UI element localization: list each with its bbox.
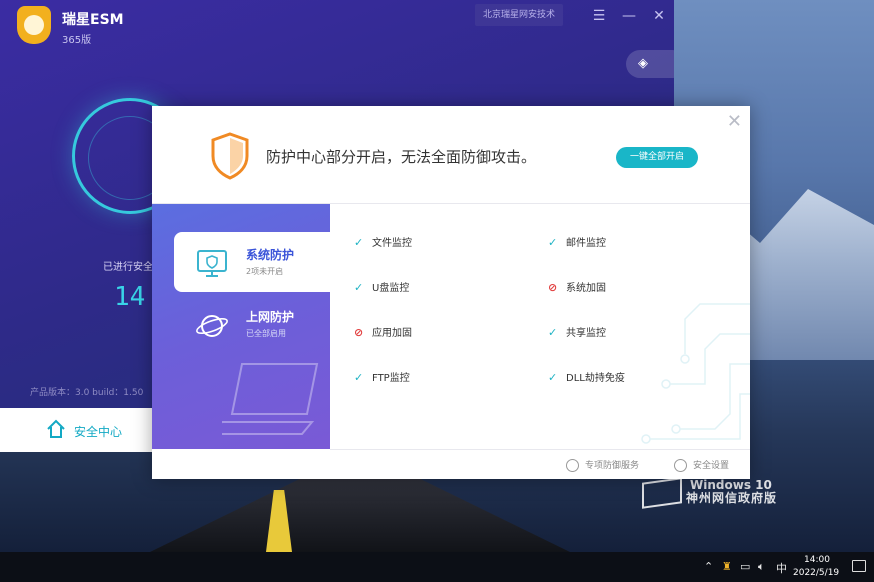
app-edition: 365版: [62, 35, 92, 46]
app-title: 瑞星ESM: [62, 12, 124, 28]
taskbar: ⌃ ♜ ▭ 🔈︎ 中 14:00 2022/5/19: [0, 552, 874, 582]
item-system-hardening: ⊘ 系统加固: [548, 279, 606, 294]
item-dll-immunity: ✓ DLL劫持免疫: [548, 369, 625, 384]
shield-icon: [211, 132, 249, 180]
globe-icon: [196, 315, 228, 337]
settings-label: 安全设置: [693, 461, 730, 471]
item-label: 系统加固: [566, 283, 606, 294]
network-icon[interactable]: ▭: [740, 560, 750, 573]
protection-items-grid: ✓ 文件监控 ✓ 邮件监控 ✓ U盘监控 ⊘ 系统加固 ⊘ 应用加固 ✓ 共享监控 ✓ FTP…: [330, 204, 750, 449]
clock-date[interactable]: 2022/5/19: [793, 568, 839, 578]
protection-dialog: ✕ 防护中心部分开启，无法全面防御攻击。 一键全部开启 系统防护 2项未开启 上…: [152, 106, 750, 479]
footer-divider: [330, 449, 750, 450]
tab-system-title: 系统防护: [246, 248, 295, 262]
dialog-message: 防护中心部分开启，无法全面防御攻击。: [266, 148, 537, 166]
tab-system-protection[interactable]: 系统防护 2项未开启: [174, 232, 330, 292]
check-icon: ✓: [548, 371, 558, 384]
tab-web-title: 上网防护: [246, 310, 295, 324]
item-label: 应用加固: [372, 328, 412, 339]
security-settings-link[interactable]: 安全设置: [674, 458, 729, 472]
version-info: 产品版本：3.0 build：1.50: [30, 388, 144, 398]
item-label: FTP监控: [372, 373, 410, 384]
watermark-line-2: 神州网信政府版: [686, 491, 778, 505]
gear-icon: [674, 459, 687, 472]
clock-time[interactable]: 14:00: [804, 555, 830, 565]
item-file-monitor: ✓ 文件监控: [354, 234, 412, 249]
tab-security-label: 安全中心: [74, 425, 123, 439]
minimize-icon[interactable]: —: [620, 8, 638, 24]
crosshair-icon: [566, 459, 579, 472]
item-mail-monitor: ✓ 邮件监控: [548, 234, 606, 249]
item-share-monitor: ✓ 共享监控: [548, 324, 606, 339]
dialog-close-icon[interactable]: ✕: [727, 111, 742, 132]
tab-web-subtitle: 已全部启用: [246, 329, 286, 338]
protected-days-label: 已进行安全: [103, 262, 153, 273]
menu-icon[interactable]: ☰: [590, 8, 608, 24]
laptop-illustration: [222, 363, 319, 435]
windows-logo-icon: [642, 477, 682, 509]
check-icon: ✓: [354, 371, 364, 384]
close-icon[interactable]: ✕: [650, 8, 668, 24]
monitor-shield-icon: [197, 250, 227, 277]
service-label: 专项防御服务: [585, 461, 640, 471]
tab-system-subtitle: 2项未开启: [246, 267, 284, 276]
home-icon: [47, 419, 65, 438]
check-icon: ✓: [548, 236, 558, 249]
skin-icon: ◈: [638, 56, 648, 71]
volume-icon[interactable]: 🔈︎: [758, 560, 765, 574]
tray-esm-icon[interactable]: ♜: [722, 560, 732, 573]
item-usb-monitor: ✓ U盘监控: [354, 279, 409, 294]
item-label: 邮件监控: [566, 238, 606, 249]
protected-days-value: 14: [114, 282, 146, 312]
item-label: U盘监控: [372, 283, 410, 294]
rising-lion-logo-icon: [17, 6, 51, 44]
protection-category-panel: 系统防护 2项未开启 上网防护 已全部启用: [152, 204, 330, 449]
item-ftp-monitor: ✓ FTP监控: [354, 369, 410, 384]
item-app-hardening: ⊘ 应用加固: [354, 324, 412, 339]
ime-indicator[interactable]: 中: [776, 560, 787, 576]
enable-all-button[interactable]: 一键全部开启: [616, 147, 698, 168]
item-label: 共享监控: [566, 328, 606, 339]
tray-expand-icon[interactable]: ⌃: [704, 560, 713, 573]
check-icon: ✓: [548, 326, 558, 339]
circuit-decoration: [641, 303, 750, 444]
skin-button[interactable]: [626, 50, 674, 78]
notification-icon[interactable]: [852, 560, 866, 572]
company-button[interactable]: 北京瑞星网安技术: [475, 4, 563, 26]
disabled-icon: ⊘: [548, 281, 558, 294]
item-label: 文件监控: [372, 238, 412, 249]
item-label: DLL劫持免疫: [566, 373, 625, 384]
wallpaper-road: [150, 470, 570, 552]
tab-web-protection[interactable]: 上网防护 已全部启用: [174, 298, 330, 354]
disabled-icon: ⊘: [354, 326, 364, 339]
special-defense-service-link[interactable]: 专项防御服务: [566, 458, 639, 472]
check-icon: ✓: [354, 281, 364, 294]
check-icon: ✓: [354, 236, 364, 249]
